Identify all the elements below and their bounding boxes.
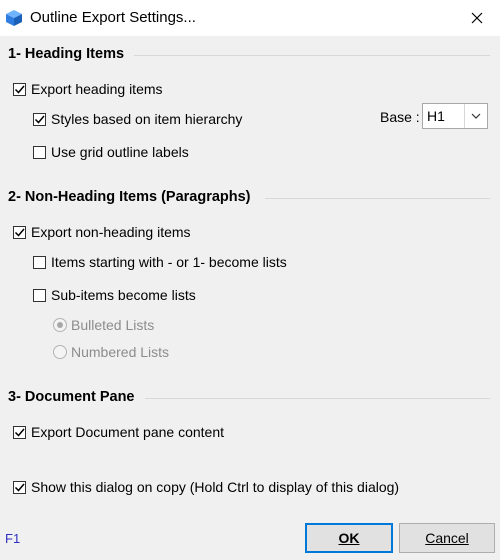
- ok-button-label: OK: [338, 530, 360, 546]
- section-heading-items-title: 1- Heading Items: [8, 46, 125, 62]
- close-icon: [471, 12, 483, 24]
- checkmark-icon: [14, 428, 25, 437]
- section-divider: [145, 398, 490, 399]
- show-dialog-on-copy-checkbox[interactable]: Show this dialog on copy (Hold Ctrl to d…: [13, 477, 399, 497]
- items-starting-lists-checkbox[interactable]: Items starting with - or 1- become lists: [33, 252, 287, 272]
- checkmark-icon: [14, 228, 25, 237]
- section-non-heading-items-title: 2- Non-Heading Items (Paragraphs): [8, 189, 251, 205]
- export-document-pane-checkbox[interactable]: Export Document pane content: [13, 422, 224, 442]
- radio-label: Numbered Lists: [71, 344, 170, 360]
- checkbox-label: Export heading items: [31, 81, 163, 97]
- checkmark-icon: [14, 483, 25, 492]
- checkbox-box[interactable]: [33, 112, 46, 126]
- base-label: Base :: [380, 109, 420, 125]
- checkbox-label: Items starting with - or 1- become lists: [51, 254, 287, 270]
- radio-label: Bulleted Lists: [71, 317, 155, 333]
- radio-button[interactable]: [53, 318, 67, 332]
- sub-items-lists-checkbox[interactable]: Sub-items become lists: [33, 285, 196, 305]
- window-title: Outline Export Settings...: [30, 9, 196, 26]
- checkbox-label: Styles based on item hierarchy: [51, 111, 243, 127]
- checkbox-label: Use grid outline labels: [51, 144, 189, 160]
- checkbox-box[interactable]: [13, 225, 26, 239]
- ok-button[interactable]: OK: [305, 523, 393, 553]
- section-divider: [265, 198, 490, 199]
- checkbox-box[interactable]: [13, 82, 26, 96]
- numbered-lists-radio[interactable]: Numbered Lists: [53, 342, 169, 362]
- checkmark-icon: [34, 115, 45, 124]
- cancel-button[interactable]: Cancel: [399, 523, 495, 553]
- bulleted-lists-radio[interactable]: Bulleted Lists: [53, 315, 154, 335]
- close-button[interactable]: [454, 0, 500, 36]
- checkbox-box[interactable]: [13, 480, 26, 494]
- checkbox-box[interactable]: [13, 425, 26, 439]
- app-cube-icon: [6, 10, 22, 26]
- export-heading-items-checkbox[interactable]: Export heading items: [13, 79, 163, 99]
- help-f1-link[interactable]: F1: [5, 531, 20, 546]
- base-select[interactable]: H1: [422, 103, 488, 129]
- styles-hierarchy-checkbox[interactable]: Styles based on item hierarchy: [33, 109, 242, 129]
- checkbox-label: Export non-heading items: [31, 224, 191, 240]
- cancel-button-label: Cancel: [425, 530, 469, 546]
- base-select-value: H1: [427, 108, 445, 124]
- export-non-heading-items-checkbox[interactable]: Export non-heading items: [13, 222, 191, 242]
- grid-outline-labels-checkbox[interactable]: Use grid outline labels: [33, 142, 189, 162]
- checkbox-box[interactable]: [33, 255, 46, 269]
- checkmark-icon: [14, 85, 25, 94]
- checkbox-box[interactable]: [33, 145, 46, 159]
- checkbox-box[interactable]: [33, 288, 46, 302]
- dropdown-button[interactable]: [464, 104, 487, 128]
- radio-selected-dot: [57, 322, 63, 328]
- chevron-down-icon: [471, 113, 481, 119]
- checkbox-label: Show this dialog on copy (Hold Ctrl to d…: [31, 479, 400, 495]
- checkbox-label: Sub-items become lists: [51, 287, 196, 303]
- title-bar: Outline Export Settings...: [0, 0, 500, 36]
- section-document-pane-title: 3- Document Pane: [8, 389, 135, 405]
- radio-button[interactable]: [53, 345, 67, 359]
- section-divider: [134, 55, 490, 56]
- checkbox-label: Export Document pane content: [31, 424, 225, 440]
